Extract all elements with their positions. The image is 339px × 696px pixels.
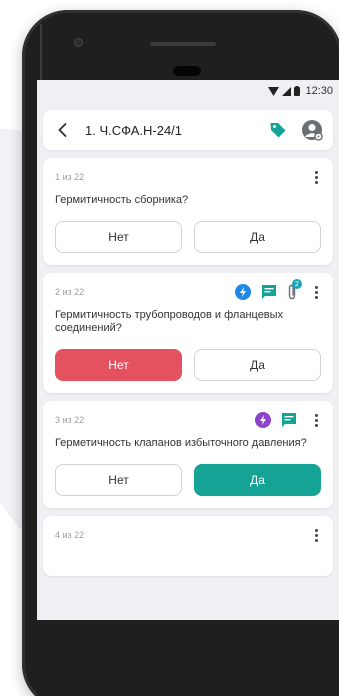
comment-button[interactable] xyxy=(261,284,277,300)
answer-yes-button[interactable]: Да xyxy=(194,349,321,381)
front-camera xyxy=(74,38,83,47)
lightning-button[interactable] xyxy=(255,412,271,428)
lightning-icon xyxy=(255,412,271,428)
question-counter: 2 из 22 xyxy=(55,287,85,297)
question-text: Герметичность клапанов избыточного давле… xyxy=(55,437,307,449)
answer-no-button[interactable]: Нет xyxy=(55,349,182,381)
answer-yes-button[interactable]: Да xyxy=(194,464,321,496)
attachment-button[interactable]: 2 xyxy=(287,279,302,300)
app-header: 1. Ч.СФА.Н-24/1 xyxy=(43,110,333,150)
more-vertical-icon[interactable] xyxy=(311,285,321,299)
question-card-4: 4 из 22 xyxy=(43,516,333,576)
answer-yes-button[interactable]: Да xyxy=(194,221,321,253)
chevron-left-icon xyxy=(57,123,66,137)
answer-no-button[interactable]: Нет xyxy=(55,221,182,253)
answer-no-button[interactable]: Нет xyxy=(55,464,182,496)
question-card-1: 1 из 22 Гермитичность сборника? Нет Да xyxy=(43,158,333,265)
status-bar: 12:30 xyxy=(37,80,339,102)
back-button[interactable] xyxy=(53,120,71,140)
status-time: 12:30 xyxy=(305,85,333,97)
comment-icon xyxy=(262,285,276,299)
more-vertical-icon[interactable] xyxy=(311,413,321,427)
comment-icon xyxy=(282,413,296,427)
lightning-button[interactable] xyxy=(235,284,251,300)
question-text: Гермитичность трубопроводов и фланцевых … xyxy=(55,309,284,334)
tag-icon xyxy=(270,123,286,138)
user-settings-button[interactable] xyxy=(301,119,323,141)
signal-icon xyxy=(282,86,292,96)
battery-icon xyxy=(294,86,301,96)
question-card-2: 2 из 22 2 Гермитичность трубопроводов и … xyxy=(43,273,333,393)
top-slit xyxy=(150,42,216,46)
question-card-3: 3 из 22 Герметичность клапанов избыточно… xyxy=(43,401,333,508)
tag-button[interactable] xyxy=(269,121,287,139)
page-title: 1. Ч.СФА.Н-24/1 xyxy=(85,122,183,138)
attachment-count-badge: 2 xyxy=(292,279,302,289)
comment-button[interactable] xyxy=(281,412,297,428)
phone-bottom-bezel xyxy=(37,620,339,696)
question-counter: 3 из 22 xyxy=(55,415,85,425)
question-counter: 1 из 22 xyxy=(55,172,85,182)
lightning-icon xyxy=(235,284,251,300)
wifi-icon xyxy=(268,86,280,96)
app-screen: 12:30 1. Ч.СФА.Н-24/1 1 из 22 Гермитично… xyxy=(37,80,339,620)
user-settings-icon xyxy=(302,120,323,141)
question-text: Гермитичность сборника? xyxy=(55,194,189,206)
more-vertical-icon[interactable] xyxy=(311,528,321,542)
earpiece-speaker xyxy=(173,66,201,76)
question-counter: 4 из 22 xyxy=(55,530,85,540)
more-vertical-icon[interactable] xyxy=(311,170,321,184)
